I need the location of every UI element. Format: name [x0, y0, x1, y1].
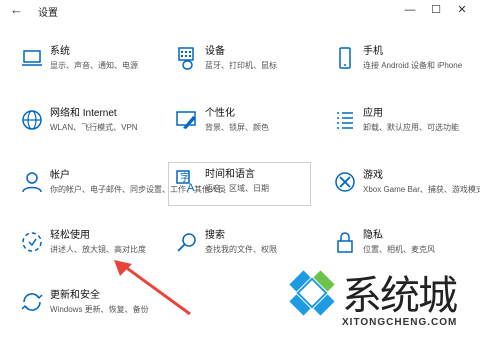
- setting-devices[interactable]: 设备 蓝牙、打印机、鼠标: [175, 46, 277, 71]
- setting-desc: 蓝牙、打印机、鼠标: [205, 61, 277, 70]
- setting-name: 轻松使用: [50, 230, 90, 241]
- window-title: 设置: [38, 8, 58, 19]
- close-button[interactable]: ✕: [454, 3, 470, 17]
- annotation-arrow: [114, 260, 191, 316]
- setting-search[interactable]: 搜索 查找我的文件、权限: [175, 230, 277, 255]
- maximize-button[interactable]: ☐: [428, 3, 444, 17]
- setting-desc: WLAN、飞行模式、VPN: [50, 123, 138, 132]
- setting-name: 隐私: [363, 230, 383, 241]
- laptop-icon: [22, 50, 42, 66]
- setting-name: 搜索: [205, 230, 225, 241]
- setting-apps[interactable]: 应用 卸载、默认应用、可选功能: [333, 108, 459, 133]
- setting-desc: 连接 Android 设备和 iPhone: [363, 61, 463, 70]
- paint-icon: [176, 111, 196, 129]
- setting-system[interactable]: 系统 显示、声音、通知、电源: [20, 46, 138, 71]
- xbox-icon: [335, 172, 355, 192]
- setting-name: 系统: [50, 46, 70, 57]
- watermark-subtext: XITONGCHENG.COM: [342, 317, 458, 328]
- setting-desc: 背景、锁屏、颜色: [205, 123, 269, 132]
- setting-gaming[interactable]: 游戏 Xbox Game Bar、捕获、游戏模式: [333, 170, 480, 195]
- setting-network[interactable]: 网络和 Internet WLAN、飞行模式、VPN: [20, 108, 138, 133]
- setting-name: 时间和语言: [205, 169, 255, 180]
- watermark-logo-icon: [289, 270, 335, 316]
- settings-window: ← 设置 — ☐ ✕ 系统 显示、声音、通知、电源 设备 蓝牙、打印机、鼠标 手…: [0, 0, 480, 339]
- keyboard-icon: [178, 47, 194, 70]
- setting-desc: 讲述人、放大镜、高对比度: [50, 245, 146, 254]
- setting-desc: 语音、区域、日期: [205, 184, 269, 193]
- lock-icon: [337, 232, 353, 253]
- globe-icon: [22, 110, 42, 130]
- setting-name: 应用: [363, 108, 383, 119]
- title-bar: ← 设置 — ☐ ✕: [0, 0, 480, 20]
- setting-desc: 查找我的文件、权限: [205, 245, 277, 254]
- setting-name: 个性化: [205, 108, 235, 119]
- setting-ease-of-access[interactable]: 轻松使用 讲述人、放大镜、高对比度: [20, 230, 146, 255]
- watermark-text: 系统城: [342, 273, 458, 319]
- search-icon: [177, 233, 196, 252]
- setting-desc: Xbox Game Bar、捕获、游戏模式: [363, 185, 480, 194]
- minimize-button[interactable]: —: [402, 3, 418, 17]
- setting-name: 网络和 Internet: [50, 108, 117, 119]
- setting-phone[interactable]: 手机 连接 Android 设备和 iPhone: [333, 46, 462, 71]
- watermark: 系统城 XITONGCHENG.COM: [280, 259, 480, 339]
- setting-name: 游戏: [363, 170, 383, 181]
- setting-time-language[interactable]: 字 A 时间和语言 语音、区域、日期: [168, 162, 311, 206]
- time-language-icon: 字 A: [176, 170, 195, 193]
- setting-personalization[interactable]: 个性化 背景、锁屏、颜色: [175, 108, 269, 133]
- person-icon: [22, 172, 42, 193]
- setting-desc: 卸载、默认应用、可选功能: [363, 123, 459, 132]
- apps-icon: [337, 112, 353, 129]
- setting-privacy[interactable]: 隐私 位置、相机、麦克风: [333, 230, 435, 255]
- setting-desc: 位置、相机、麦克风: [363, 245, 435, 254]
- svg-text:A: A: [187, 182, 195, 193]
- update-icon: [21, 293, 43, 311]
- setting-name: 手机: [363, 46, 383, 57]
- back-button[interactable]: ←: [10, 3, 26, 17]
- setting-desc: 显示、声音、通知、电源: [50, 61, 138, 70]
- phone-icon: [339, 47, 351, 69]
- ease-of-access-icon: [22, 232, 42, 252]
- setting-name: 设备: [205, 46, 225, 57]
